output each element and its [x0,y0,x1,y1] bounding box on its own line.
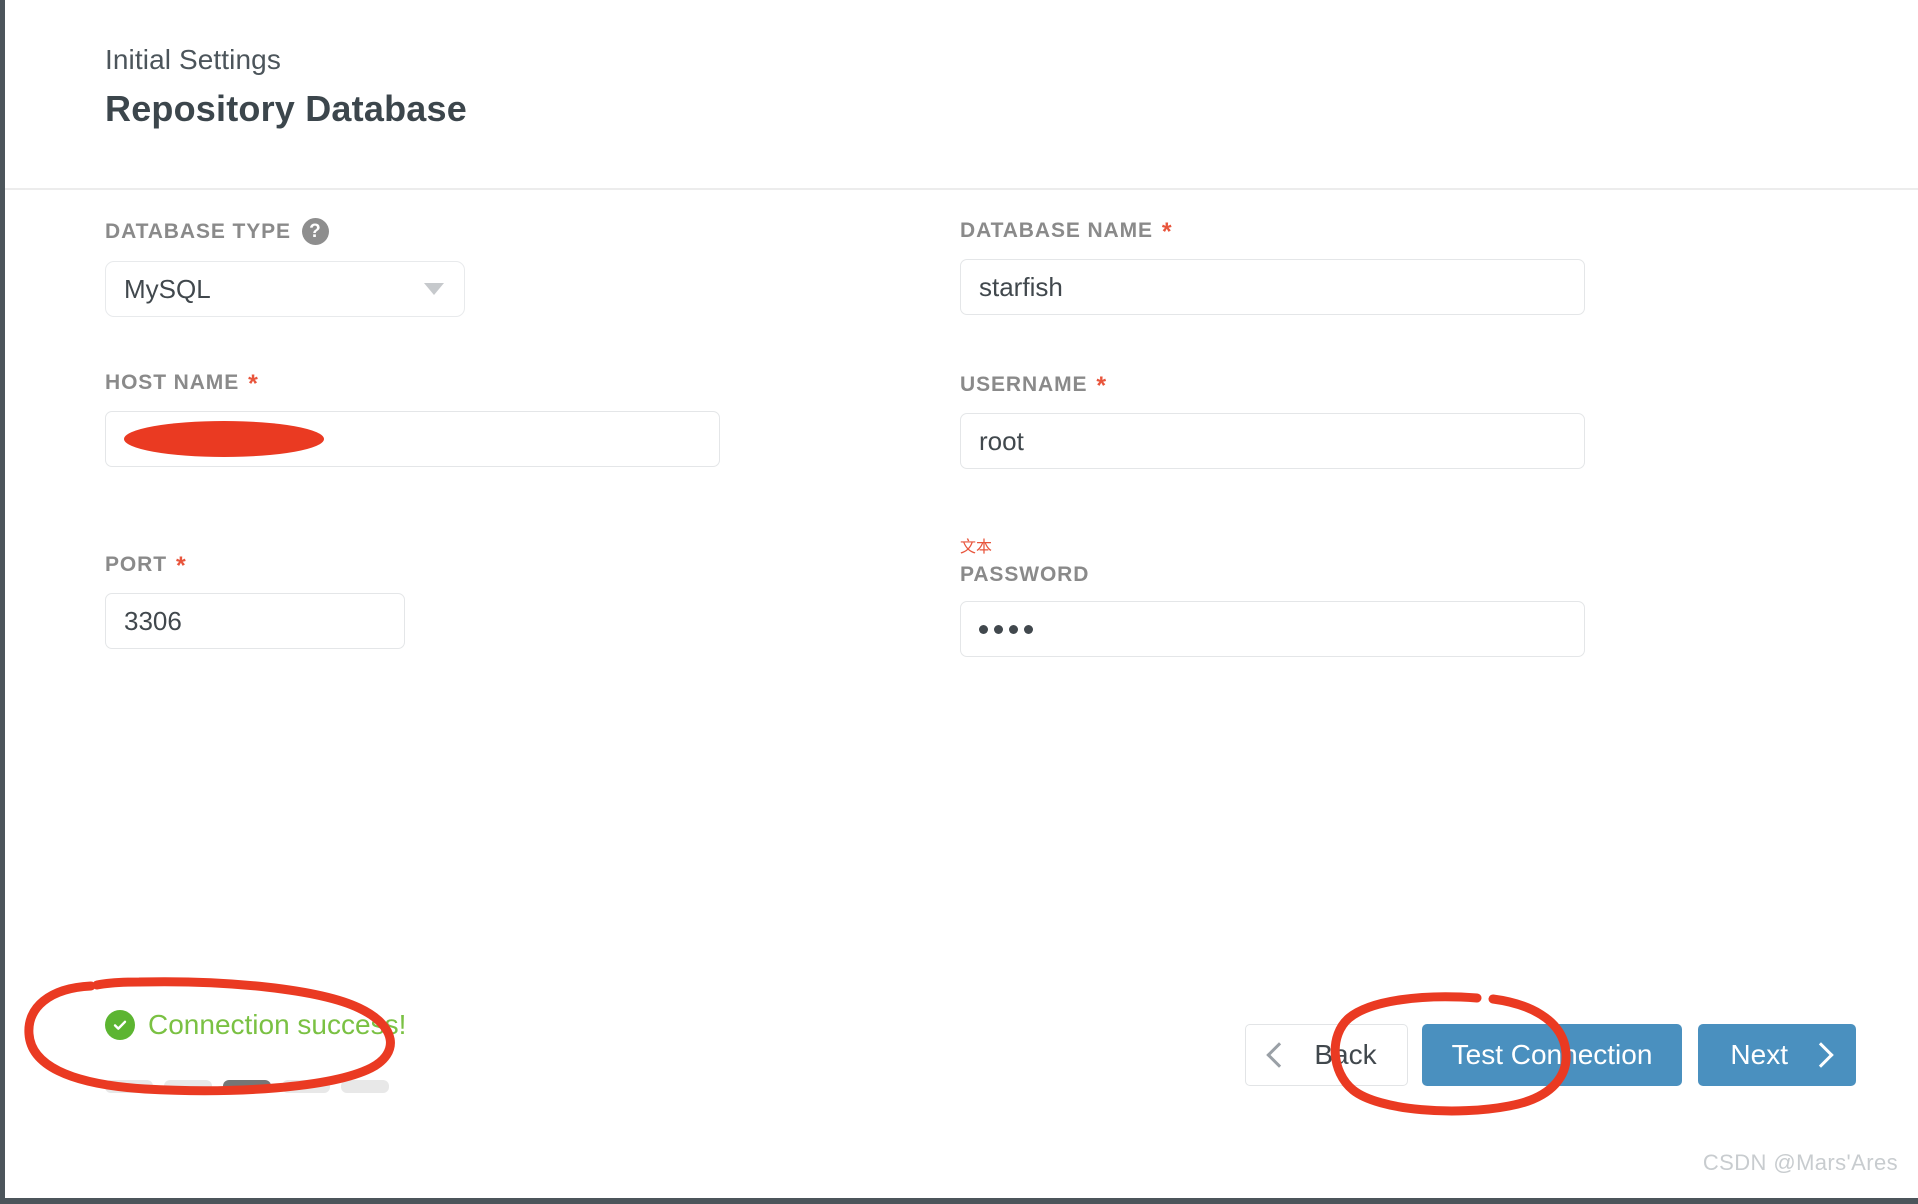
breadcrumb-eyebrow: Initial Settings [105,44,281,75]
next-button[interactable]: Next [1698,1024,1856,1086]
app-window: Initial Settings Repository Database DAT… [0,0,1918,1204]
watermark: CSDN @Mars'Ares [1702,1150,1898,1175]
label-database-type: DATABASE TYPE ? [105,218,465,245]
database-name-input[interactable]: starfish [960,259,1585,315]
status-message-text: Connection success! [148,1009,407,1040]
page-header: Initial Settings Repository Database [5,0,1918,190]
database-name-value: starfish [979,272,1063,302]
page-title: Repository Database [105,88,467,129]
label-database-type-text: DATABASE TYPE [105,220,291,243]
footer-actions: Back Test Connection Next [1245,1024,1856,1086]
required-asterisk: * [248,370,259,398]
field-host-name: HOST NAME * [105,370,720,467]
test-connection-button[interactable]: Test Connection [1421,1024,1683,1086]
step-bar[interactable] [105,1080,153,1093]
label-host-name-text: HOST NAME [105,371,240,394]
password-input[interactable] [960,601,1585,657]
field-database-type: DATABASE TYPE ? MySQL [105,218,465,317]
chevron-down-icon [424,283,444,295]
required-asterisk: * [1161,218,1173,246]
question-mark-icon[interactable]: ? [301,218,329,245]
next-button-label: Next [1730,1039,1788,1070]
label-host-name: HOST NAME * [105,370,720,398]
label-port: PORT * [105,552,405,580]
back-button[interactable]: Back [1245,1024,1408,1086]
step-indicator [105,1080,389,1093]
step-bar[interactable] [164,1080,212,1093]
label-database-name-text: DATABASE NAME [960,219,1153,242]
chevron-left-icon [1266,1042,1293,1068]
chevron-right-icon [1808,1042,1834,1068]
redaction-ellipse [124,421,324,457]
check-circle-icon [105,1010,135,1040]
username-value: root [979,426,1024,456]
host-name-input[interactable] [105,411,720,467]
database-type-value: MySQL [124,274,211,304]
label-password-text: PASSWORD [960,563,1090,586]
required-asterisk: * [175,552,187,580]
label-username-text: USERNAME [960,373,1088,396]
username-input[interactable]: root [960,413,1585,469]
password-annotation-note: 文本 [960,539,993,556]
required-asterisk: * [1096,372,1108,400]
label-database-name: DATABASE NAME * [960,218,1585,246]
step-bar-active[interactable] [223,1080,271,1093]
database-type-select[interactable]: MySQL [105,261,465,317]
field-database-name: DATABASE NAME * starfish [960,218,1585,315]
password-masked-dots [979,624,1033,634]
connection-status: Connection success! [105,1010,406,1040]
label-password: PASSWORD [960,564,1585,585]
port-input[interactable]: 3306 [105,593,405,649]
field-username: USERNAME * root [960,372,1585,469]
field-port: PORT * 3306 [105,552,405,649]
port-value: 3306 [124,606,182,636]
field-password: 文本 PASSWORD [960,540,1585,657]
step-bar[interactable] [282,1080,330,1093]
test-connection-button-label: Test Connection [1451,1039,1653,1070]
label-port-text: PORT [105,553,167,576]
label-username: USERNAME * [960,372,1585,400]
step-bar[interactable] [341,1080,389,1093]
back-button-label: Back [1314,1039,1377,1070]
